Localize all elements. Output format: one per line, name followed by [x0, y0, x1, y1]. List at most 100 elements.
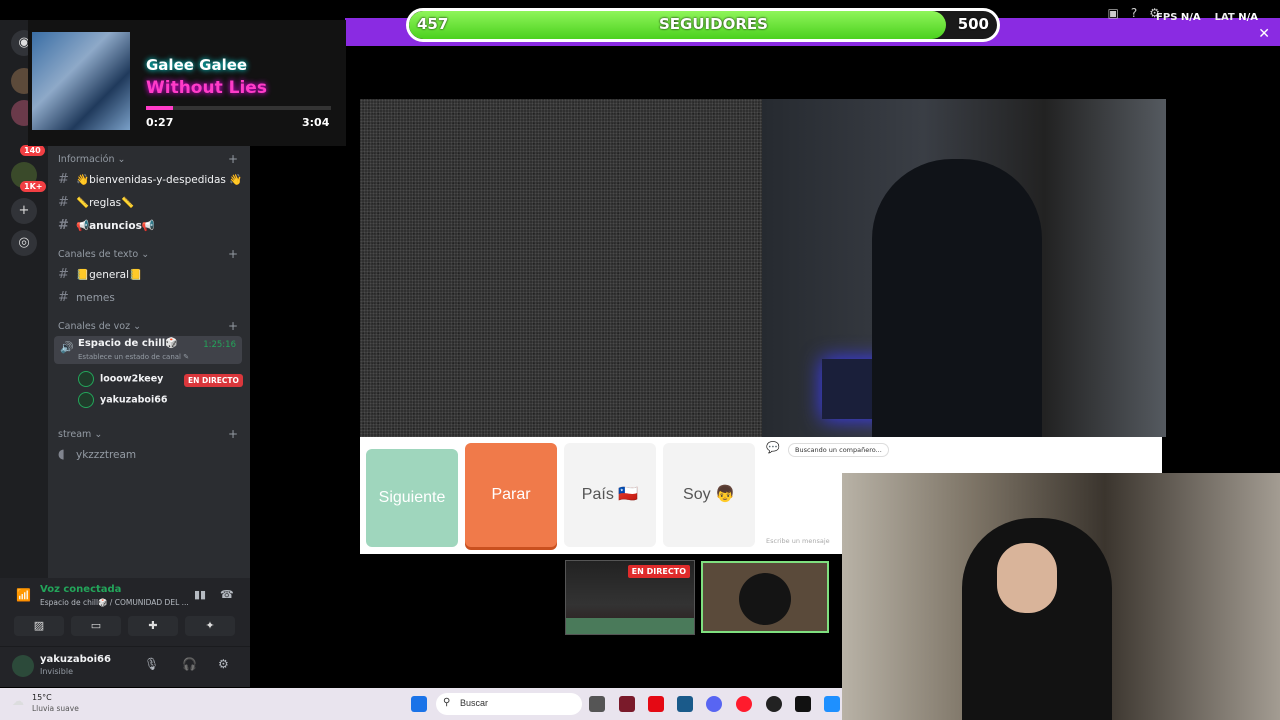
help-icon[interactable]: ? — [1131, 6, 1137, 20]
opera-icon[interactable] — [736, 696, 752, 712]
voice-channel-status[interactable]: Establece un estado de canal ✎ — [78, 353, 189, 361]
channel-memes[interactable]: # memes — [58, 290, 115, 305]
close-icon[interactable]: ✕ — [1258, 26, 1270, 42]
add-channel-icon[interactable]: + — [228, 247, 238, 261]
hash-icon: # — [58, 195, 69, 210]
goal-current: 457 — [417, 15, 449, 33]
track-progress — [146, 106, 331, 110]
voice-channel-timer: 1:25:16 — [203, 340, 236, 350]
album-art — [32, 32, 130, 130]
app-icon[interactable] — [677, 696, 693, 712]
taskview-icon[interactable] — [589, 696, 605, 712]
user-name[interactable]: yakuzaboi66 — [40, 654, 111, 665]
avatar[interactable] — [12, 655, 34, 677]
user-thumbnail[interactable] — [701, 561, 829, 633]
chat-icon: 💬 — [766, 441, 780, 454]
weather-icon[interactable]: ☁ — [12, 694, 24, 708]
add-server-icon[interactable]: + — [11, 198, 37, 224]
netflix-icon[interactable] — [648, 696, 664, 712]
voice-connected-panel: 📶 Voz conectada Espacio de chill🎲 / COMU… — [0, 578, 250, 646]
add-channel-icon[interactable]: + — [228, 319, 238, 333]
voice-status-title[interactable]: Voz conectada — [40, 584, 121, 595]
person-silhouette — [872, 159, 1042, 437]
notification-badge: 1K+ — [20, 181, 47, 192]
thumbnail-bar — [566, 618, 694, 634]
add-channel-icon[interactable]: + — [228, 427, 238, 441]
screen-share-button[interactable]: ▭ — [71, 616, 121, 636]
gender-button[interactable]: Soy 👦 — [663, 443, 755, 547]
live-badge: EN DIRECTO — [184, 374, 243, 387]
weather-temp[interactable]: 15°C — [32, 693, 52, 702]
voice-status-subtitle[interactable]: Espacio de chill🎲 / COMUNIDAD DEL ... — [40, 598, 189, 607]
activities-button[interactable]: ✚ — [128, 616, 178, 636]
speaker-icon: ◖ — [58, 447, 65, 462]
tiktok-icon[interactable] — [795, 696, 811, 712]
chat-input[interactable]: Escribe un mensaje — [766, 537, 830, 545]
taskbar-search[interactable]: ⚲ Buscar — [436, 693, 582, 715]
soundboard-button[interactable]: ✦ — [185, 616, 235, 636]
weather-desc[interactable]: Lluvia suave — [32, 704, 79, 713]
channel-reglas[interactable]: # 📏reglas📏 — [58, 195, 134, 210]
avatar — [739, 573, 791, 625]
avatar — [78, 392, 94, 408]
category-stream[interactable]: stream ⌄ — [58, 429, 102, 440]
hash-icon: # — [58, 267, 69, 282]
live-badge: EN DIRECTO — [627, 565, 690, 578]
channel-label: ykzzztream — [76, 449, 137, 461]
notification-badge: 140 — [20, 145, 45, 156]
headphones-icon[interactable]: 🎧 — [182, 657, 197, 671]
category-informacion[interactable]: Información ⌄ — [58, 154, 125, 165]
windows-taskbar: ☁ 15°C Lluvia suave ⚲ Buscar — [0, 688, 842, 720]
category-label: stream — [58, 429, 92, 440]
country-button[interactable]: País 🇨🇱 — [564, 443, 656, 547]
next-button[interactable]: Siguiente — [366, 449, 458, 547]
voice-user[interactable]: looow2keey — [78, 371, 163, 387]
streamer-webcam — [842, 473, 1280, 720]
track-elapsed: 0:27 — [146, 116, 174, 129]
app-icon[interactable] — [824, 696, 840, 712]
category-label: Canales de voz — [58, 321, 131, 332]
search-placeholder: Buscar — [460, 698, 489, 708]
signal-icon: 📶 — [16, 588, 31, 602]
user-panel: yakuzaboi66 Invisible 🎙 🎧 ⚙ — [0, 646, 250, 687]
voice-user[interactable]: yakuzaboi66 — [78, 392, 167, 408]
face — [997, 543, 1057, 613]
start-icon[interactable] — [411, 696, 427, 712]
channel-stream[interactable]: ◖ ykzzztream — [58, 447, 136, 462]
track-progress-fill — [146, 106, 174, 110]
gear-icon[interactable]: ⚙ — [218, 657, 229, 671]
video-off-button[interactable]: ▨ — [14, 616, 64, 636]
track-title: Without Lies — [146, 78, 267, 98]
lat-label: LAT — [1214, 12, 1235, 23]
category-voz[interactable]: Canales de voz ⌄ — [58, 321, 141, 332]
add-channel-icon[interactable]: + — [228, 152, 238, 166]
hash-icon: # — [58, 218, 69, 233]
category-label: Información — [58, 154, 115, 165]
stop-button[interactable]: Parar — [465, 443, 557, 547]
category-texto[interactable]: Canales de texto ⌄ — [58, 249, 149, 260]
avatar — [78, 371, 94, 387]
obs-icon[interactable] — [766, 696, 782, 712]
monitor-icon[interactable]: ▣ — [1108, 6, 1119, 20]
microphone-icon[interactable]: 🎙 — [144, 657, 159, 671]
channel-general[interactable]: # 📒general📒 — [58, 267, 142, 282]
discord-icon[interactable] — [706, 696, 722, 712]
channel-anuncios[interactable]: # 📢anuncios📢 — [58, 218, 155, 233]
channel-bienvenidas[interactable]: # 👋bienvenidas-y-despedidas 👋 — [58, 172, 242, 187]
explore-icon[interactable]: ◎ — [11, 230, 37, 256]
app-icon[interactable] — [619, 696, 635, 712]
follower-goal-bar: 457 SEGUIDORES 500 — [406, 8, 1000, 42]
category-label: Canales de texto — [58, 249, 139, 260]
voice-channel-chill[interactable]: 🔊 Espacio de chill🎲 Establece un estado … — [54, 336, 242, 364]
hash-icon: # — [58, 290, 69, 305]
fps-label: FPS — [1156, 12, 1178, 23]
stream-thumbnail[interactable]: EN DIRECTO — [565, 560, 695, 635]
goal-label: SEGUIDORES — [659, 15, 768, 33]
hash-icon: # — [58, 172, 69, 187]
goal-target: 500 — [957, 15, 989, 33]
disconnect-icon[interactable]: ☎ — [220, 588, 234, 601]
track-duration: 3:04 — [302, 116, 330, 129]
channel-label: 👋bienvenidas-y-despedidas 👋 — [76, 174, 243, 186]
channel-label: 📒general📒 — [76, 269, 143, 281]
noise-suppression-icon[interactable]: ▮▮ — [194, 588, 206, 601]
